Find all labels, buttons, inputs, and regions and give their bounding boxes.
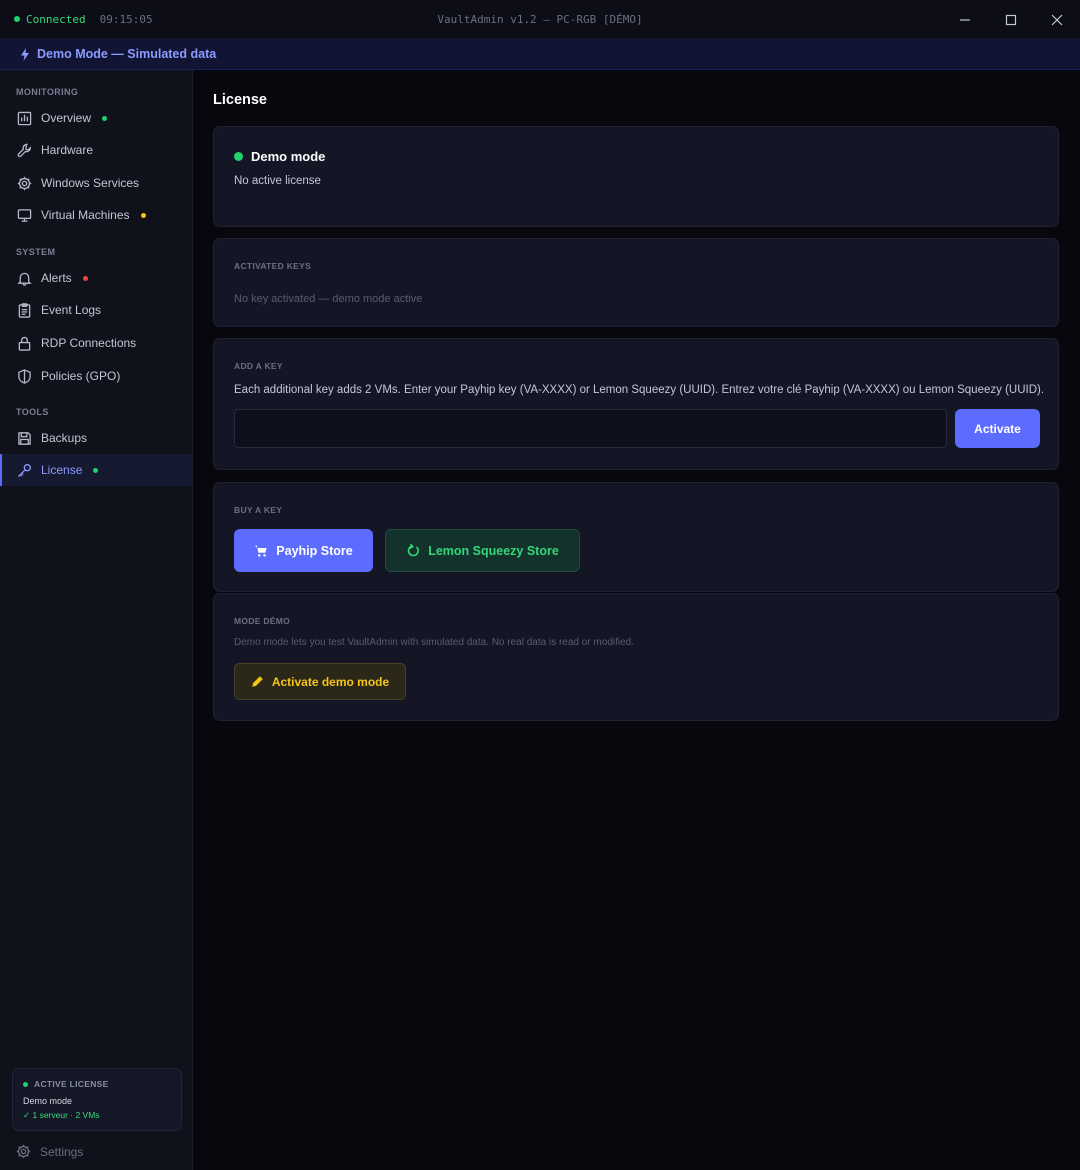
chart-icon bbox=[17, 111, 32, 125]
demo-mode-label: MODE DÉMO bbox=[234, 616, 291, 626]
pencil-icon bbox=[252, 676, 263, 687]
active-license-box: ACTIVE LICENSE Demo mode ✓ 1 serveur · 2… bbox=[12, 1068, 182, 1131]
sidebar: MONITORING Overview Hardware Windows Ser… bbox=[0, 70, 193, 1170]
maximize-icon bbox=[1005, 14, 1017, 25]
connection-status: Connected 09:15:05 bbox=[0, 13, 153, 26]
maximize-button[interactable] bbox=[988, 0, 1034, 39]
license-box-capacity: ✓ 1 serveur · 2 VMs bbox=[23, 1110, 100, 1120]
sidebar-item-label: Hardware bbox=[41, 143, 94, 157]
minimize-icon bbox=[960, 18, 970, 21]
license-box-heading: ACTIVE LICENSE bbox=[34, 1079, 109, 1089]
add-key-card: ADD A KEY Each additional key adds 2 VMs… bbox=[213, 338, 1059, 470]
activate-demo-mode-button[interactable]: Activate demo mode bbox=[234, 663, 406, 700]
sidebar-item-event-logs[interactable]: Event Logs bbox=[0, 294, 192, 326]
sidebar-item-settings[interactable]: Settings bbox=[16, 1144, 83, 1159]
clipboard-icon bbox=[18, 302, 31, 318]
status-dot bbox=[23, 1081, 28, 1087]
demo-mode-description: Demo mode lets you test VaultAdmin with … bbox=[234, 637, 635, 648]
payhip-store-button[interactable]: Payhip Store bbox=[234, 529, 373, 572]
section-tools: TOOLS bbox=[16, 407, 49, 417]
demo-banner-text: Demo Mode — Simulated data bbox=[37, 47, 217, 61]
sidebar-item-label: Virtual Machines bbox=[41, 208, 130, 222]
demo-mode-card: MODE DÉMO Demo mode lets you test VaultA… bbox=[213, 593, 1059, 721]
settings-label: Settings bbox=[40, 1144, 84, 1159]
section-system: SYSTEM bbox=[16, 247, 56, 257]
demo-banner: Demo Mode — Simulated data bbox=[0, 39, 1080, 70]
sidebar-item-label: Windows Services bbox=[41, 176, 140, 190]
sidebar-item-overview[interactable]: Overview bbox=[0, 102, 192, 134]
sidebar-item-rdp-connections[interactable]: RDP Connections bbox=[0, 327, 192, 359]
license-box-mode: Demo mode bbox=[23, 1096, 73, 1106]
activated-keys-label: ACTIVATED KEYS bbox=[234, 261, 312, 271]
close-icon bbox=[1051, 14, 1063, 25]
sidebar-item-windows-services[interactable]: Windows Services bbox=[0, 167, 192, 199]
license-box-header: ACTIVE LICENSE bbox=[23, 1079, 171, 1089]
lemon-icon bbox=[407, 543, 420, 556]
status-dot bbox=[14, 16, 20, 22]
buy-key-card: BUY A KEY Payhip Store Lemon Squeezy Sto… bbox=[213, 482, 1059, 592]
status-dot bbox=[82, 275, 88, 281]
sidebar-item-hardware[interactable]: Hardware bbox=[0, 134, 192, 166]
main-content: License Demo mode No active license ACTI… bbox=[193, 70, 1080, 1170]
license-status-row: Demo mode bbox=[234, 149, 325, 164]
status-dot bbox=[93, 467, 99, 473]
close-button[interactable] bbox=[1034, 0, 1080, 39]
payhip-store-label: Payhip Store bbox=[276, 543, 353, 558]
sidebar-item-license[interactable]: License bbox=[0, 454, 192, 486]
lock-icon bbox=[18, 336, 31, 351]
license-key-input[interactable] bbox=[234, 409, 947, 448]
license-status-card: Demo mode No active license bbox=[213, 126, 1059, 227]
license-status-subtitle: No active license bbox=[234, 175, 321, 187]
window-title: VaultAdmin v1.2 — PC-RGB [DÉMO] bbox=[437, 13, 643, 26]
key-icon bbox=[17, 463, 31, 477]
floppy-icon bbox=[18, 431, 31, 445]
activated-keys-card: ACTIVATED KEYS No key activated — demo m… bbox=[213, 238, 1059, 327]
bell-icon bbox=[17, 272, 32, 286]
minimize-button[interactable] bbox=[942, 0, 988, 39]
lemon-squeezy-store-label: Lemon Squeezy Store bbox=[428, 543, 559, 558]
bolt-icon bbox=[21, 47, 29, 61]
activate-demo-mode-label: Activate demo mode bbox=[271, 674, 390, 689]
sidebar-item-label: Alerts bbox=[41, 271, 72, 285]
lemon-squeezy-store-button[interactable]: Lemon Squeezy Store bbox=[385, 529, 580, 572]
window-controls bbox=[942, 0, 1080, 39]
status-dot bbox=[234, 152, 243, 161]
sidebar-item-label: Backups bbox=[41, 431, 88, 445]
cart-icon bbox=[255, 545, 267, 557]
status-dot bbox=[102, 115, 108, 121]
title-bar: Connected 09:15:05 VaultAdmin v1.2 — PC-… bbox=[0, 0, 1080, 39]
license-status-title: Demo mode bbox=[251, 149, 326, 164]
wrench-icon bbox=[17, 143, 31, 157]
add-key-label: ADD A KEY bbox=[234, 361, 283, 371]
sidebar-item-alerts[interactable]: Alerts bbox=[0, 262, 192, 294]
sidebar-item-backups[interactable]: Backups bbox=[0, 422, 192, 454]
section-monitoring: MONITORING bbox=[16, 87, 79, 97]
monitor-icon bbox=[17, 208, 32, 222]
add-key-description: Each additional key adds 2 VMs. Enter yo… bbox=[234, 384, 1045, 396]
sidebar-item-label: Overview bbox=[41, 111, 92, 125]
status-dot bbox=[140, 212, 146, 218]
page-title: License bbox=[213, 92, 267, 108]
sidebar-item-policies[interactable]: Policies (GPO) bbox=[0, 360, 192, 392]
clock: 09:15:05 bbox=[99, 12, 153, 26]
sidebar-item-label: License bbox=[41, 463, 83, 477]
activated-keys-empty: No key activated — demo mode active bbox=[234, 293, 423, 305]
shield-icon bbox=[18, 368, 31, 384]
buy-key-label: BUY A KEY bbox=[234, 505, 283, 515]
gear-icon bbox=[16, 1144, 31, 1159]
connection-label: Connected bbox=[26, 12, 86, 26]
activate-button[interactable]: Activate bbox=[955, 409, 1040, 448]
sidebar-item-label: RDP Connections bbox=[41, 336, 137, 350]
sidebar-item-label: Event Logs bbox=[41, 303, 102, 317]
gear-icon bbox=[17, 176, 32, 190]
sidebar-item-label: Policies (GPO) bbox=[41, 369, 121, 383]
sidebar-item-virtual-machines[interactable]: Virtual Machines bbox=[0, 199, 192, 231]
